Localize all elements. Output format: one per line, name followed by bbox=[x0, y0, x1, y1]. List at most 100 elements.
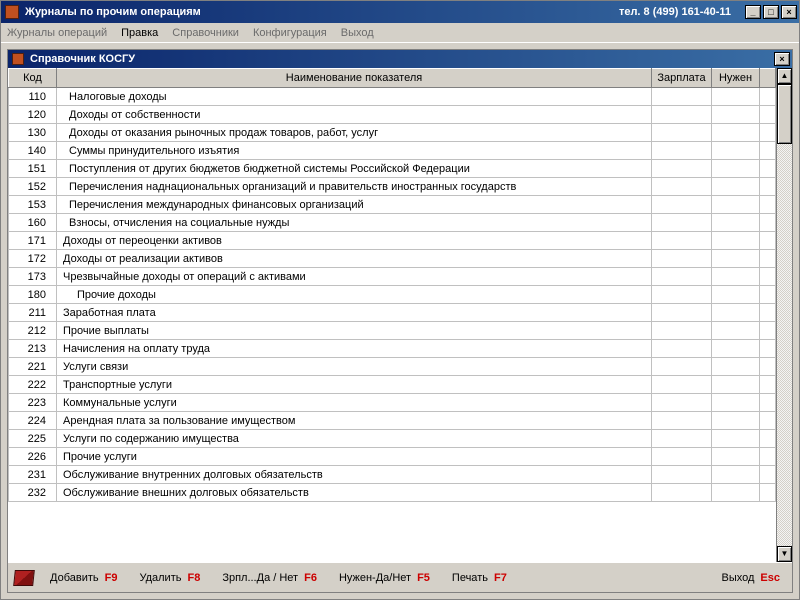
table-row[interactable]: 151Поступления от других бюджетов бюджет… bbox=[9, 160, 776, 178]
cell-salary bbox=[652, 484, 712, 502]
vertical-scrollbar[interactable]: ▲ ▼ bbox=[776, 68, 792, 562]
cell-salary bbox=[652, 466, 712, 484]
cell-need bbox=[712, 286, 760, 304]
cell-salary bbox=[652, 142, 712, 160]
table-row[interactable]: 224Арендная плата за пользование имущест… bbox=[9, 412, 776, 430]
cell-code: 224 bbox=[9, 412, 57, 430]
print-button[interactable]: Печать F7 bbox=[446, 570, 513, 586]
table-row[interactable]: 226Прочие услуги bbox=[9, 448, 776, 466]
cell-code: 120 bbox=[9, 106, 57, 124]
cell-code: 211 bbox=[9, 304, 57, 322]
table-row[interactable]: 223Коммунальные услуги bbox=[9, 394, 776, 412]
menu-references[interactable]: Справочники bbox=[172, 27, 239, 39]
table-row[interactable]: 180Прочие доходы bbox=[9, 286, 776, 304]
scroll-down-button[interactable]: ▼ bbox=[777, 546, 792, 562]
close-button[interactable]: × bbox=[781, 5, 797, 19]
cell-need bbox=[712, 484, 760, 502]
table-row[interactable]: 120Доходы от собственности bbox=[9, 106, 776, 124]
table-row[interactable]: 222Транспортные услуги bbox=[9, 376, 776, 394]
cell-spacer bbox=[760, 322, 776, 340]
titlebar: Журналы по прочим операциям тел. 8 (499)… bbox=[1, 1, 799, 23]
add-button[interactable]: Добавить F9 bbox=[44, 570, 123, 586]
help-icon[interactable] bbox=[13, 570, 35, 586]
cell-name: Коммунальные услуги bbox=[57, 394, 652, 412]
table-row[interactable]: 225Услуги по содержанию имущества bbox=[9, 430, 776, 448]
salary-toggle-button[interactable]: Зрпл...Да / Нет F6 bbox=[216, 570, 323, 586]
table-row[interactable]: 211Заработная плата bbox=[9, 304, 776, 322]
scroll-up-button[interactable]: ▲ bbox=[777, 68, 792, 84]
cell-spacer bbox=[760, 286, 776, 304]
cell-name: Транспортные услуги bbox=[57, 376, 652, 394]
table-row[interactable]: 153Перечисления международных финансовых… bbox=[9, 196, 776, 214]
table-row[interactable]: 152Перечисления наднациональных организа… bbox=[9, 178, 776, 196]
cell-spacer bbox=[760, 124, 776, 142]
col-code-header[interactable]: Код bbox=[9, 69, 57, 88]
cell-code: 222 bbox=[9, 376, 57, 394]
table-row[interactable]: 160Взносы, отчисления на социальные нужд… bbox=[9, 214, 776, 232]
cell-salary bbox=[652, 178, 712, 196]
cell-salary bbox=[652, 160, 712, 178]
cell-need bbox=[712, 232, 760, 250]
cell-code: 221 bbox=[9, 358, 57, 376]
cell-code: 130 bbox=[9, 124, 57, 142]
cell-need bbox=[712, 214, 760, 232]
table-row[interactable]: 130Доходы от оказания рыночных продаж то… bbox=[9, 124, 776, 142]
delete-key: F8 bbox=[187, 572, 200, 584]
table-row[interactable]: 221Услуги связи bbox=[9, 358, 776, 376]
cell-salary bbox=[652, 286, 712, 304]
need-toggle-button[interactable]: Нужен-Да/Нет F5 bbox=[333, 570, 436, 586]
table-row[interactable]: 213Начисления на оплату труда bbox=[9, 340, 776, 358]
cell-spacer bbox=[760, 88, 776, 106]
minimize-button[interactable]: _ bbox=[745, 5, 761, 19]
cell-name: Заработная плата bbox=[57, 304, 652, 322]
cell-code: 180 bbox=[9, 286, 57, 304]
cell-salary bbox=[652, 196, 712, 214]
add-label: Добавить bbox=[50, 572, 99, 584]
cell-salary bbox=[652, 376, 712, 394]
data-grid[interactable]: Код Наименование показателя Зарплата Нуж… bbox=[8, 68, 776, 562]
cell-name: Обслуживание внешних долговых обязательс… bbox=[57, 484, 652, 502]
cell-code: 212 bbox=[9, 322, 57, 340]
salary-toggle-label: Зрпл...Да / Нет bbox=[222, 572, 298, 584]
menu-exit[interactable]: Выход bbox=[341, 27, 374, 39]
table-row[interactable]: 172Доходы от реализации активов bbox=[9, 250, 776, 268]
table-row[interactable]: 231Обслуживание внутренних долговых обяз… bbox=[9, 466, 776, 484]
cell-spacer bbox=[760, 304, 776, 322]
table-row[interactable]: 212Прочие выплаты bbox=[9, 322, 776, 340]
cell-code: 110 bbox=[9, 88, 57, 106]
cell-code: 151 bbox=[9, 160, 57, 178]
child-icon bbox=[12, 53, 24, 65]
cell-name: Услуги связи bbox=[57, 358, 652, 376]
table-row[interactable]: 232Обслуживание внешних долговых обязате… bbox=[9, 484, 776, 502]
cell-code: 173 bbox=[9, 268, 57, 286]
cell-code: 172 bbox=[9, 250, 57, 268]
table-row[interactable]: 110Налоговые доходы bbox=[9, 88, 776, 106]
print-key: F7 bbox=[494, 572, 507, 584]
cell-salary bbox=[652, 412, 712, 430]
cell-need bbox=[712, 268, 760, 286]
cell-salary bbox=[652, 88, 712, 106]
col-need-header[interactable]: Нужен bbox=[712, 69, 760, 88]
scroll-track[interactable] bbox=[777, 84, 792, 546]
menu-configuration[interactable]: Конфигурация bbox=[253, 27, 327, 39]
maximize-button[interactable]: □ bbox=[763, 5, 779, 19]
delete-button[interactable]: Удалить F8 bbox=[133, 570, 206, 586]
col-salary-header[interactable]: Зарплата bbox=[652, 69, 712, 88]
cell-spacer bbox=[760, 448, 776, 466]
cell-code: 160 bbox=[9, 214, 57, 232]
cell-need bbox=[712, 160, 760, 178]
bottom-toolbar: Добавить F9 Удалить F8 Зрпл...Да / Нет F… bbox=[8, 562, 792, 592]
cell-salary bbox=[652, 304, 712, 322]
child-close-button[interactable]: × bbox=[774, 52, 790, 66]
table-row[interactable]: 171Доходы от переоценки активов bbox=[9, 232, 776, 250]
exit-button[interactable]: Выход Esc bbox=[716, 570, 787, 586]
table-row[interactable]: 173Чрезвычайные доходы от операций с акт… bbox=[9, 268, 776, 286]
cell-need bbox=[712, 250, 760, 268]
col-name-header[interactable]: Наименование показателя bbox=[57, 69, 652, 88]
add-key: F9 bbox=[105, 572, 118, 584]
menu-journals[interactable]: Журналы операций bbox=[7, 27, 107, 39]
menu-edit[interactable]: Правка bbox=[121, 27, 158, 39]
table-row[interactable]: 140Суммы принудительного изъятия bbox=[9, 142, 776, 160]
cell-code: 152 bbox=[9, 178, 57, 196]
scroll-thumb[interactable] bbox=[777, 84, 792, 144]
